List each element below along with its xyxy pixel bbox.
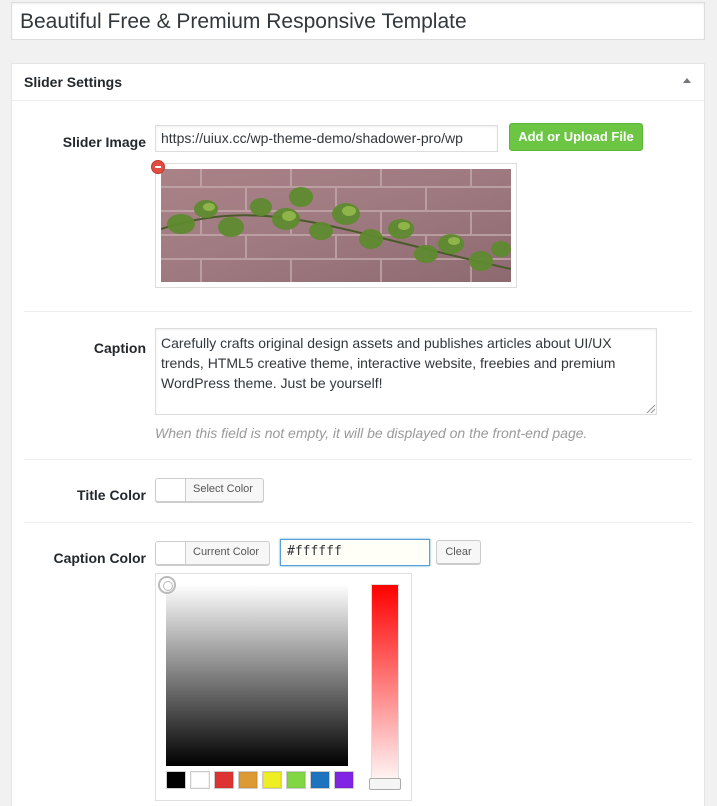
- caption-label: Caption: [93, 340, 146, 356]
- slider-settings-metabox: Slider Settings Slider Image https://uiu…: [11, 63, 705, 806]
- remove-icon[interactable]: [151, 160, 165, 174]
- title-color-select-button[interactable]: Select Color: [155, 478, 264, 502]
- slider-image-url-input[interactable]: https://uiux.cc/wp-theme-demo/shadower-p…: [155, 125, 498, 152]
- slider-image-label: Slider Image: [62, 134, 146, 150]
- caption-row: Caption Carefully crafts original design…: [24, 312, 692, 460]
- saturation-square[interactable]: [166, 584, 348, 766]
- picker-handle-icon[interactable]: [158, 576, 176, 594]
- slider-image-row: Slider Image https://uiux.cc/wp-theme-de…: [24, 102, 692, 312]
- caption-color-label: Caption Color: [53, 550, 146, 566]
- caption-color-swatch: [156, 542, 186, 564]
- color-palette: [166, 771, 354, 789]
- metabox-header[interactable]: Slider Settings: [12, 64, 704, 101]
- resize-grip-icon[interactable]: [647, 405, 655, 413]
- palette-swatch-green[interactable]: [286, 771, 306, 789]
- slider-image-preview: [161, 169, 511, 282]
- palette-swatch-purple[interactable]: [334, 771, 354, 789]
- title-color-swatch: [156, 479, 186, 501]
- add-or-upload-file-button[interactable]: Add or Upload File: [509, 123, 643, 151]
- triangle-up-icon[interactable]: [683, 78, 691, 83]
- slider-image-preview-frame: [155, 163, 517, 288]
- post-title-input[interactable]: Beautiful Free & Premium Responsive Temp…: [11, 2, 705, 40]
- caption-color-row: Caption Color Current Color #ffffff Clea…: [24, 523, 692, 806]
- color-picker-panel: [155, 573, 412, 801]
- hue-slider-handle[interactable]: [369, 778, 401, 790]
- palette-swatch-black[interactable]: [166, 771, 186, 789]
- caption-color-hex-input[interactable]: #ffffff: [280, 539, 430, 566]
- palette-swatch-orange[interactable]: [238, 771, 258, 789]
- caption-color-button-label: Current Color: [193, 546, 260, 558]
- caption-description: When this field is not empty, it will be…: [155, 425, 588, 441]
- palette-swatch-red[interactable]: [214, 771, 234, 789]
- metabox-title: Slider Settings: [24, 74, 123, 90]
- title-color-row: Title Color Select Color: [24, 460, 692, 523]
- title-color-label: Title Color: [77, 487, 146, 503]
- title-color-button-label: Select Color: [193, 483, 253, 495]
- palette-swatch-white[interactable]: [190, 771, 210, 789]
- palette-swatch-blue[interactable]: [310, 771, 330, 789]
- hue-slider[interactable]: [371, 584, 399, 789]
- palette-swatch-yellow[interactable]: [262, 771, 282, 789]
- caption-color-current-button[interactable]: Current Color: [155, 541, 270, 565]
- clear-color-button[interactable]: Clear: [436, 540, 481, 564]
- caption-textarea[interactable]: Carefully crafts original design assets …: [155, 328, 657, 415]
